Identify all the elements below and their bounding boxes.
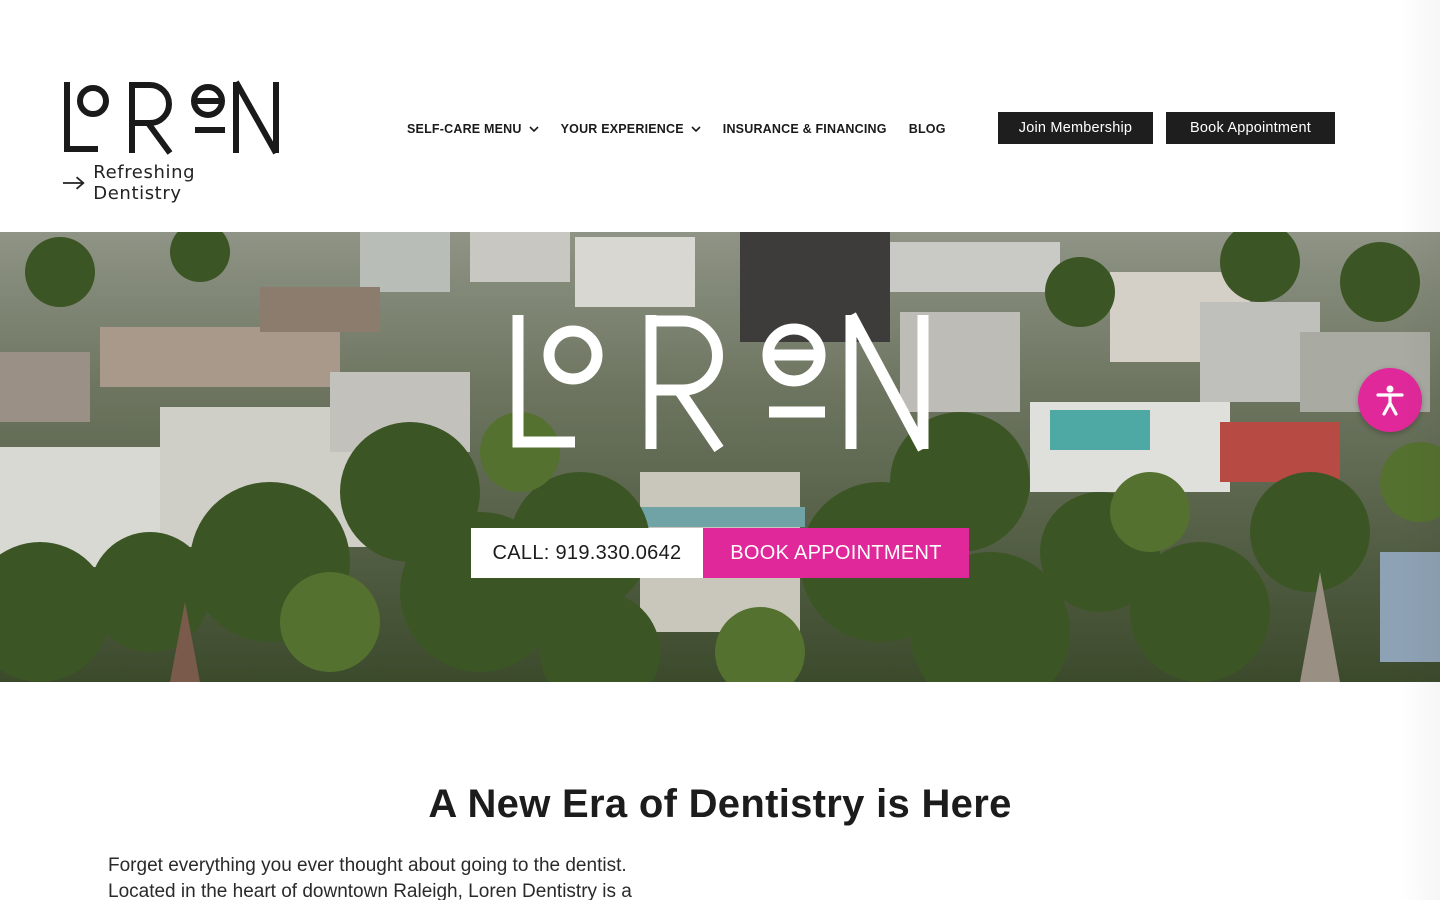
page-headline: A New Era of Dentistry is Here [428, 782, 1012, 826]
nav-item-self-care-menu[interactable]: SELF-CARE MENU [407, 122, 539, 136]
nav-item-label: YOUR EXPERIENCE [560, 122, 684, 136]
site-header: Refreshing Dentistry SELF-CARE MENU YOUR… [0, 0, 1440, 232]
loren-logo[interactable]: Refreshing Dentistry [62, 78, 284, 204]
intro-paragraph-line: Located in the heart of downtown Raleigh… [108, 881, 632, 900]
book-appointment-hero-button[interactable]: BOOK APPOINTMENT [703, 528, 969, 578]
call-phone-button[interactable]: CALL: 919.330.0642 [471, 528, 703, 578]
nav-item-label: INSURANCE & FINANCING [722, 122, 887, 136]
nav-item-blog[interactable]: BLOG [909, 122, 946, 136]
intro-paragraph-line: Forget everything you ever thought about… [108, 855, 627, 876]
intro-paragraph: Forget everything you ever thought about… [108, 853, 708, 900]
accessibility-button[interactable] [1358, 368, 1422, 432]
nav-item-label: BLOG [908, 122, 946, 136]
nav-item-label: SELF-CARE MENU [407, 122, 522, 136]
book-appointment-header-button[interactable]: Book Appointment [1166, 112, 1335, 144]
join-membership-button[interactable]: Join Membership [998, 112, 1153, 144]
nav-item-your-experience[interactable]: YOUR EXPERIENCE [561, 122, 701, 136]
hero-aerial-city-image [0, 232, 1440, 682]
hero-banner: CALL: 919.330.0642 BOOK APPOINTMENT [0, 232, 1440, 682]
arrow-right-icon [62, 176, 85, 190]
chevron-down-icon [529, 125, 539, 132]
main-nav: SELF-CARE MENU YOUR EXPERIENCE INSURANCE… [407, 122, 968, 136]
hero-loren-logo [512, 312, 929, 452]
tagline: Refreshing Dentistry [62, 162, 284, 204]
accessibility-icon [1376, 385, 1404, 416]
nav-item-insurance-financing[interactable]: INSURANCE & FINANCING [723, 122, 887, 136]
chevron-down-icon [691, 125, 701, 132]
loren-logo-mark [64, 80, 279, 155]
tagline-text: Refreshing Dentistry [93, 162, 196, 204]
